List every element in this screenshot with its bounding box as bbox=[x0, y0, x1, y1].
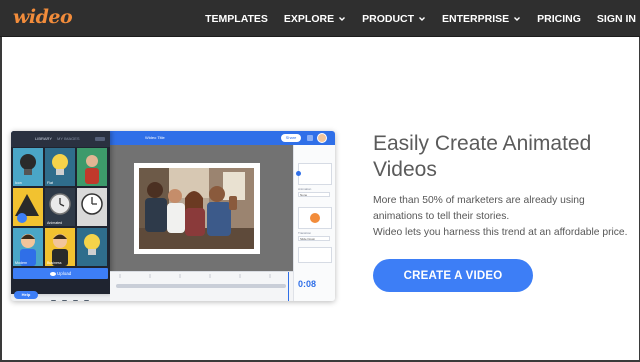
screen-border-left bbox=[0, 37, 2, 362]
time-display: 0:08 bbox=[298, 279, 317, 289]
upload-button: Upload bbox=[13, 268, 108, 279]
hero-description: More than 50% of marketers are already u… bbox=[373, 193, 635, 241]
share-button: Share bbox=[281, 134, 301, 142]
video-title: Wideo Title bbox=[145, 135, 165, 140]
nav-sign-in-label: SIGN IN bbox=[596, 12, 636, 25]
tile-caption: Business bbox=[47, 261, 62, 265]
nav-enterprise[interactable]: ENTERPRISE bbox=[442, 13, 521, 25]
lightbulb-icon bbox=[84, 234, 100, 255]
top-navigation-bar: wideo TEMPLATES EXPLORE PRODUCT ENTERPRI… bbox=[0, 0, 640, 37]
chevron-down-icon bbox=[338, 15, 346, 23]
tile-caption: Modern bbox=[15, 261, 28, 265]
avatar bbox=[317, 133, 327, 143]
timeline bbox=[110, 271, 293, 301]
tab-my-images: MY IMAGES bbox=[57, 136, 80, 141]
tile-caption: Flat bbox=[47, 181, 53, 185]
hero-body-line-2: Wideo lets you harness this trend at an … bbox=[373, 227, 628, 238]
tile-caption: Animated bbox=[47, 221, 63, 225]
library-tile bbox=[13, 188, 43, 226]
nav-templates[interactable]: TEMPLATES bbox=[205, 13, 268, 25]
create-video-button[interactable]: CREATE A VIDEO bbox=[373, 259, 533, 292]
wideo-logo[interactable]: wideo bbox=[13, 6, 73, 28]
search-icon bbox=[95, 137, 105, 141]
library-tile bbox=[77, 188, 107, 226]
nav-product-label: PRODUCT bbox=[362, 12, 415, 25]
chevron-down-icon bbox=[513, 15, 521, 23]
nav-explore[interactable]: EXPLORE bbox=[284, 13, 346, 25]
person-icon bbox=[85, 155, 99, 184]
editor-canvas bbox=[134, 163, 260, 254]
transition-select: Slide Down bbox=[298, 236, 330, 241]
nav-templates-label: TEMPLATES bbox=[205, 12, 268, 25]
library-tile: Icon bbox=[13, 148, 43, 186]
library-tile: Business bbox=[45, 228, 75, 266]
editor-stage bbox=[110, 145, 293, 271]
nav-sign-in[interactable]: SIGN IN bbox=[597, 13, 636, 25]
editor-bottom-icons bbox=[51, 292, 107, 301]
library-grid: Icon Flat Animated Modern Business bbox=[13, 148, 107, 266]
library-tile: Flat bbox=[45, 148, 75, 186]
help-button: Help bbox=[14, 291, 38, 299]
shapes-icon bbox=[15, 194, 39, 223]
clock-icon bbox=[81, 193, 103, 215]
hero-body-line-1: More than 50% of marketers are already u… bbox=[373, 195, 585, 222]
properties-panel: Animation None Transition Slide Down 0:0… bbox=[293, 145, 335, 301]
editor-screenshot: Wideo Title Share LIBRARY MY IMAGES Icon… bbox=[11, 131, 335, 301]
nav-pricing-label: PRICING bbox=[537, 12, 581, 25]
library-tile: Modern bbox=[13, 228, 43, 266]
animation-label: Animation bbox=[298, 187, 312, 191]
tile-caption: Icon bbox=[15, 181, 22, 185]
scene-thumbnail bbox=[298, 247, 332, 263]
main-nav: TEMPLATES EXPLORE PRODUCT ENTERPRISE PRI… bbox=[205, 0, 640, 37]
scene-thumbnail bbox=[298, 207, 332, 229]
timeline-playhead bbox=[288, 272, 289, 301]
scene-number-badge bbox=[296, 171, 301, 176]
chevron-down-icon bbox=[418, 15, 426, 23]
timeline-track bbox=[116, 284, 286, 288]
hero-title: Easily Create Animated Videos bbox=[373, 132, 592, 181]
library-panel: LIBRARY MY IMAGES Icon Flat Animated Mod… bbox=[11, 131, 110, 294]
nav-pricing[interactable]: PRICING bbox=[537, 13, 581, 25]
transition-label: Transition bbox=[298, 231, 312, 235]
nav-enterprise-label: ENTERPRISE bbox=[442, 12, 510, 25]
library-tile bbox=[77, 148, 107, 186]
friends-photo bbox=[139, 168, 254, 249]
animation-select: None bbox=[298, 192, 330, 197]
scene-thumbnail bbox=[298, 163, 332, 185]
settings-icon bbox=[307, 135, 313, 141]
nav-explore-label: EXPLORE bbox=[283, 12, 335, 25]
library-tile: Animated bbox=[45, 188, 75, 226]
tab-library: LIBRARY bbox=[35, 136, 53, 141]
scene-preview bbox=[310, 213, 320, 223]
cloud-upload-icon bbox=[49, 272, 56, 276]
library-header: LIBRARY MY IMAGES bbox=[11, 131, 110, 147]
timeline-ruler bbox=[119, 274, 271, 278]
upload-label: Upload bbox=[57, 271, 72, 276]
nav-product[interactable]: PRODUCT bbox=[362, 13, 426, 25]
library-tile bbox=[77, 228, 107, 266]
